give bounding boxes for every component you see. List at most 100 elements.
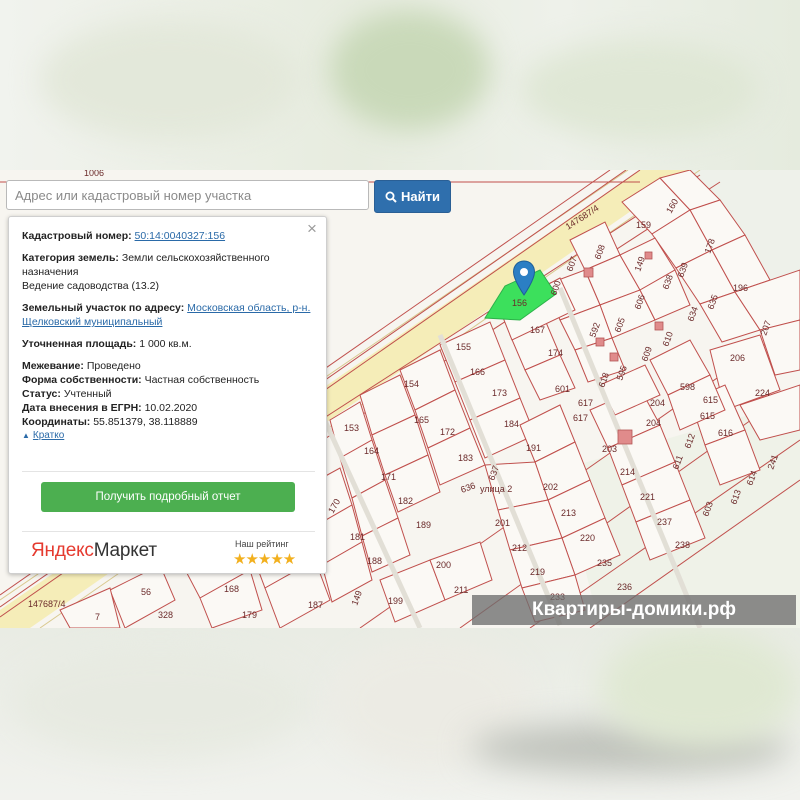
map-label: 211: [454, 585, 468, 595]
map-label: 201: [495, 518, 510, 528]
cadastral-number-link[interactable]: 50:14:0040327:156: [135, 230, 226, 242]
collapse-toggle-label: Кратко: [32, 430, 65, 441]
map-label: 155: [456, 342, 471, 352]
land-category-label: Категория земель:: [22, 252, 119, 264]
map-label: 182: [398, 496, 413, 506]
map-label: 187: [308, 600, 323, 610]
area-value: 1 000 кв.м.: [139, 338, 192, 350]
map-label: 236: [617, 582, 632, 592]
status-value: Учтенный: [63, 388, 112, 400]
map-label: 617: [578, 398, 593, 408]
map-label: 165: [414, 415, 429, 425]
coordinates-value: 55.851379, 38.118889: [93, 416, 198, 428]
area-label: Уточненная площадь:: [22, 338, 137, 350]
coordinates-label: Координаты:: [22, 416, 91, 428]
map-label: 213: [561, 508, 576, 518]
map-label: 617: [573, 413, 588, 423]
map-label: 204: [646, 418, 661, 428]
map-label: 191: [526, 443, 541, 453]
map-label: 616: [718, 428, 733, 438]
map-label: 235: [597, 558, 612, 568]
map-label: 168: [224, 584, 239, 594]
map-label: 598: [680, 382, 695, 392]
map-label: 221: [640, 492, 655, 502]
map-label: 214: [620, 467, 635, 477]
parcel-info-card: × Кадастровый номер: 50:14:0040327:156 К…: [8, 216, 327, 574]
map-label: 159: [636, 220, 651, 230]
status-row: Статус: Учтенный: [22, 387, 318, 401]
map-label: 199: [388, 596, 403, 606]
map-label: 56: [141, 587, 151, 597]
map-label: 200: [436, 560, 451, 570]
map-label: 196: [733, 283, 748, 293]
location-marker-icon[interactable]: [512, 260, 536, 296]
ownership-label: Форма собственности:: [22, 374, 142, 386]
map-label: 615: [703, 395, 718, 405]
survey-value: Проведено: [86, 360, 141, 372]
card-divider: [22, 531, 315, 532]
card-divider: [22, 471, 315, 472]
map-label: 212: [512, 543, 527, 553]
get-report-button[interactable]: Получить подробный отчет: [41, 482, 295, 512]
search-button[interactable]: Найти: [374, 180, 451, 213]
survey-label: Межевание:: [22, 360, 84, 372]
blurred-background-bottom: [0, 628, 800, 800]
ownership-row: Форма собственности: Частная собственнос…: [22, 373, 318, 387]
map-label: 156: [512, 298, 527, 308]
status-label: Статус:: [22, 388, 61, 400]
map-label: 189: [416, 520, 431, 530]
map-label: 203: [602, 444, 617, 454]
triangle-up-icon: ▲: [22, 431, 30, 440]
map-label: 188: [367, 556, 382, 566]
land-category-row: Категория земель: Земли сельскохозяйстве…: [22, 251, 318, 279]
ownership-value: Частная собственность: [144, 374, 260, 386]
map-label: 184: [504, 419, 519, 429]
map-label: 601: [555, 384, 570, 394]
area-row: Уточненная площадь: 1 000 кв.м.: [22, 337, 318, 351]
blurred-background-top: [0, 0, 800, 170]
search-input[interactable]: [6, 180, 369, 210]
watermark: Квартиры-домики.рф: [472, 595, 796, 625]
survey-row: Межевание: Проведено: [22, 359, 318, 373]
egrn-date-value: 10.02.2020: [144, 402, 198, 414]
land-usage-value: Ведение садоводства (13.2): [22, 280, 159, 292]
rating-stars-icon: ★★★★★: [233, 551, 296, 568]
map-label: 174: [548, 348, 563, 358]
search-button-label: Найти: [401, 189, 440, 204]
map-label: 179: [242, 610, 257, 620]
map-label: 171: [381, 472, 396, 482]
parcel-info-body: Кадастровый номер: 50:14:0040327:156 Кат…: [22, 229, 318, 443]
search-icon: [385, 191, 397, 203]
map-label: 154: [404, 379, 419, 389]
map-label: 224: [755, 388, 770, 398]
map-label: 238: [675, 540, 690, 550]
map-label: 328: [158, 610, 173, 620]
map-label: улица 2: [480, 484, 512, 494]
map-label: 615: [700, 411, 715, 421]
egrn-date-row: Дата внесения в ЕГРН: 10.02.2020: [22, 401, 318, 415]
cadastral-number-label: Кадастровый номер:: [22, 230, 132, 242]
map-label: 202: [543, 482, 558, 492]
map-label: 181: [350, 532, 365, 542]
cadastral-number-row: Кадастровый номер: 50:14:0040327:156: [22, 229, 318, 243]
map-label: 166: [470, 367, 485, 377]
map-label: 206: [730, 353, 745, 363]
map-label: 164: [364, 446, 379, 456]
egrn-date-label: Дата внесения в ЕГРН:: [22, 402, 142, 414]
collapse-toggle[interactable]: ▲ Кратко: [22, 429, 318, 443]
rating-label: Наш рейтинг: [235, 539, 289, 549]
map-label: 220: [580, 533, 595, 543]
map-label: 219: [530, 567, 545, 577]
map-label: 172: [440, 427, 455, 437]
map-label: 173: [492, 388, 507, 398]
map-label: 167: [530, 325, 545, 335]
map-label: 183: [458, 453, 473, 463]
map-label: 147687/4: [28, 599, 66, 609]
map-label: 153: [344, 423, 359, 433]
coordinates-row: Координаты: 55.851379, 38.118889: [22, 415, 318, 429]
address-row: Земельный участок по адресу: Московская …: [22, 301, 318, 329]
yandex-market-logo[interactable]: ЯндексМаркет: [31, 540, 157, 562]
address-label: Земельный участок по адресу:: [22, 302, 185, 314]
map-label: 204: [650, 398, 665, 408]
map-label: 7: [95, 612, 100, 622]
